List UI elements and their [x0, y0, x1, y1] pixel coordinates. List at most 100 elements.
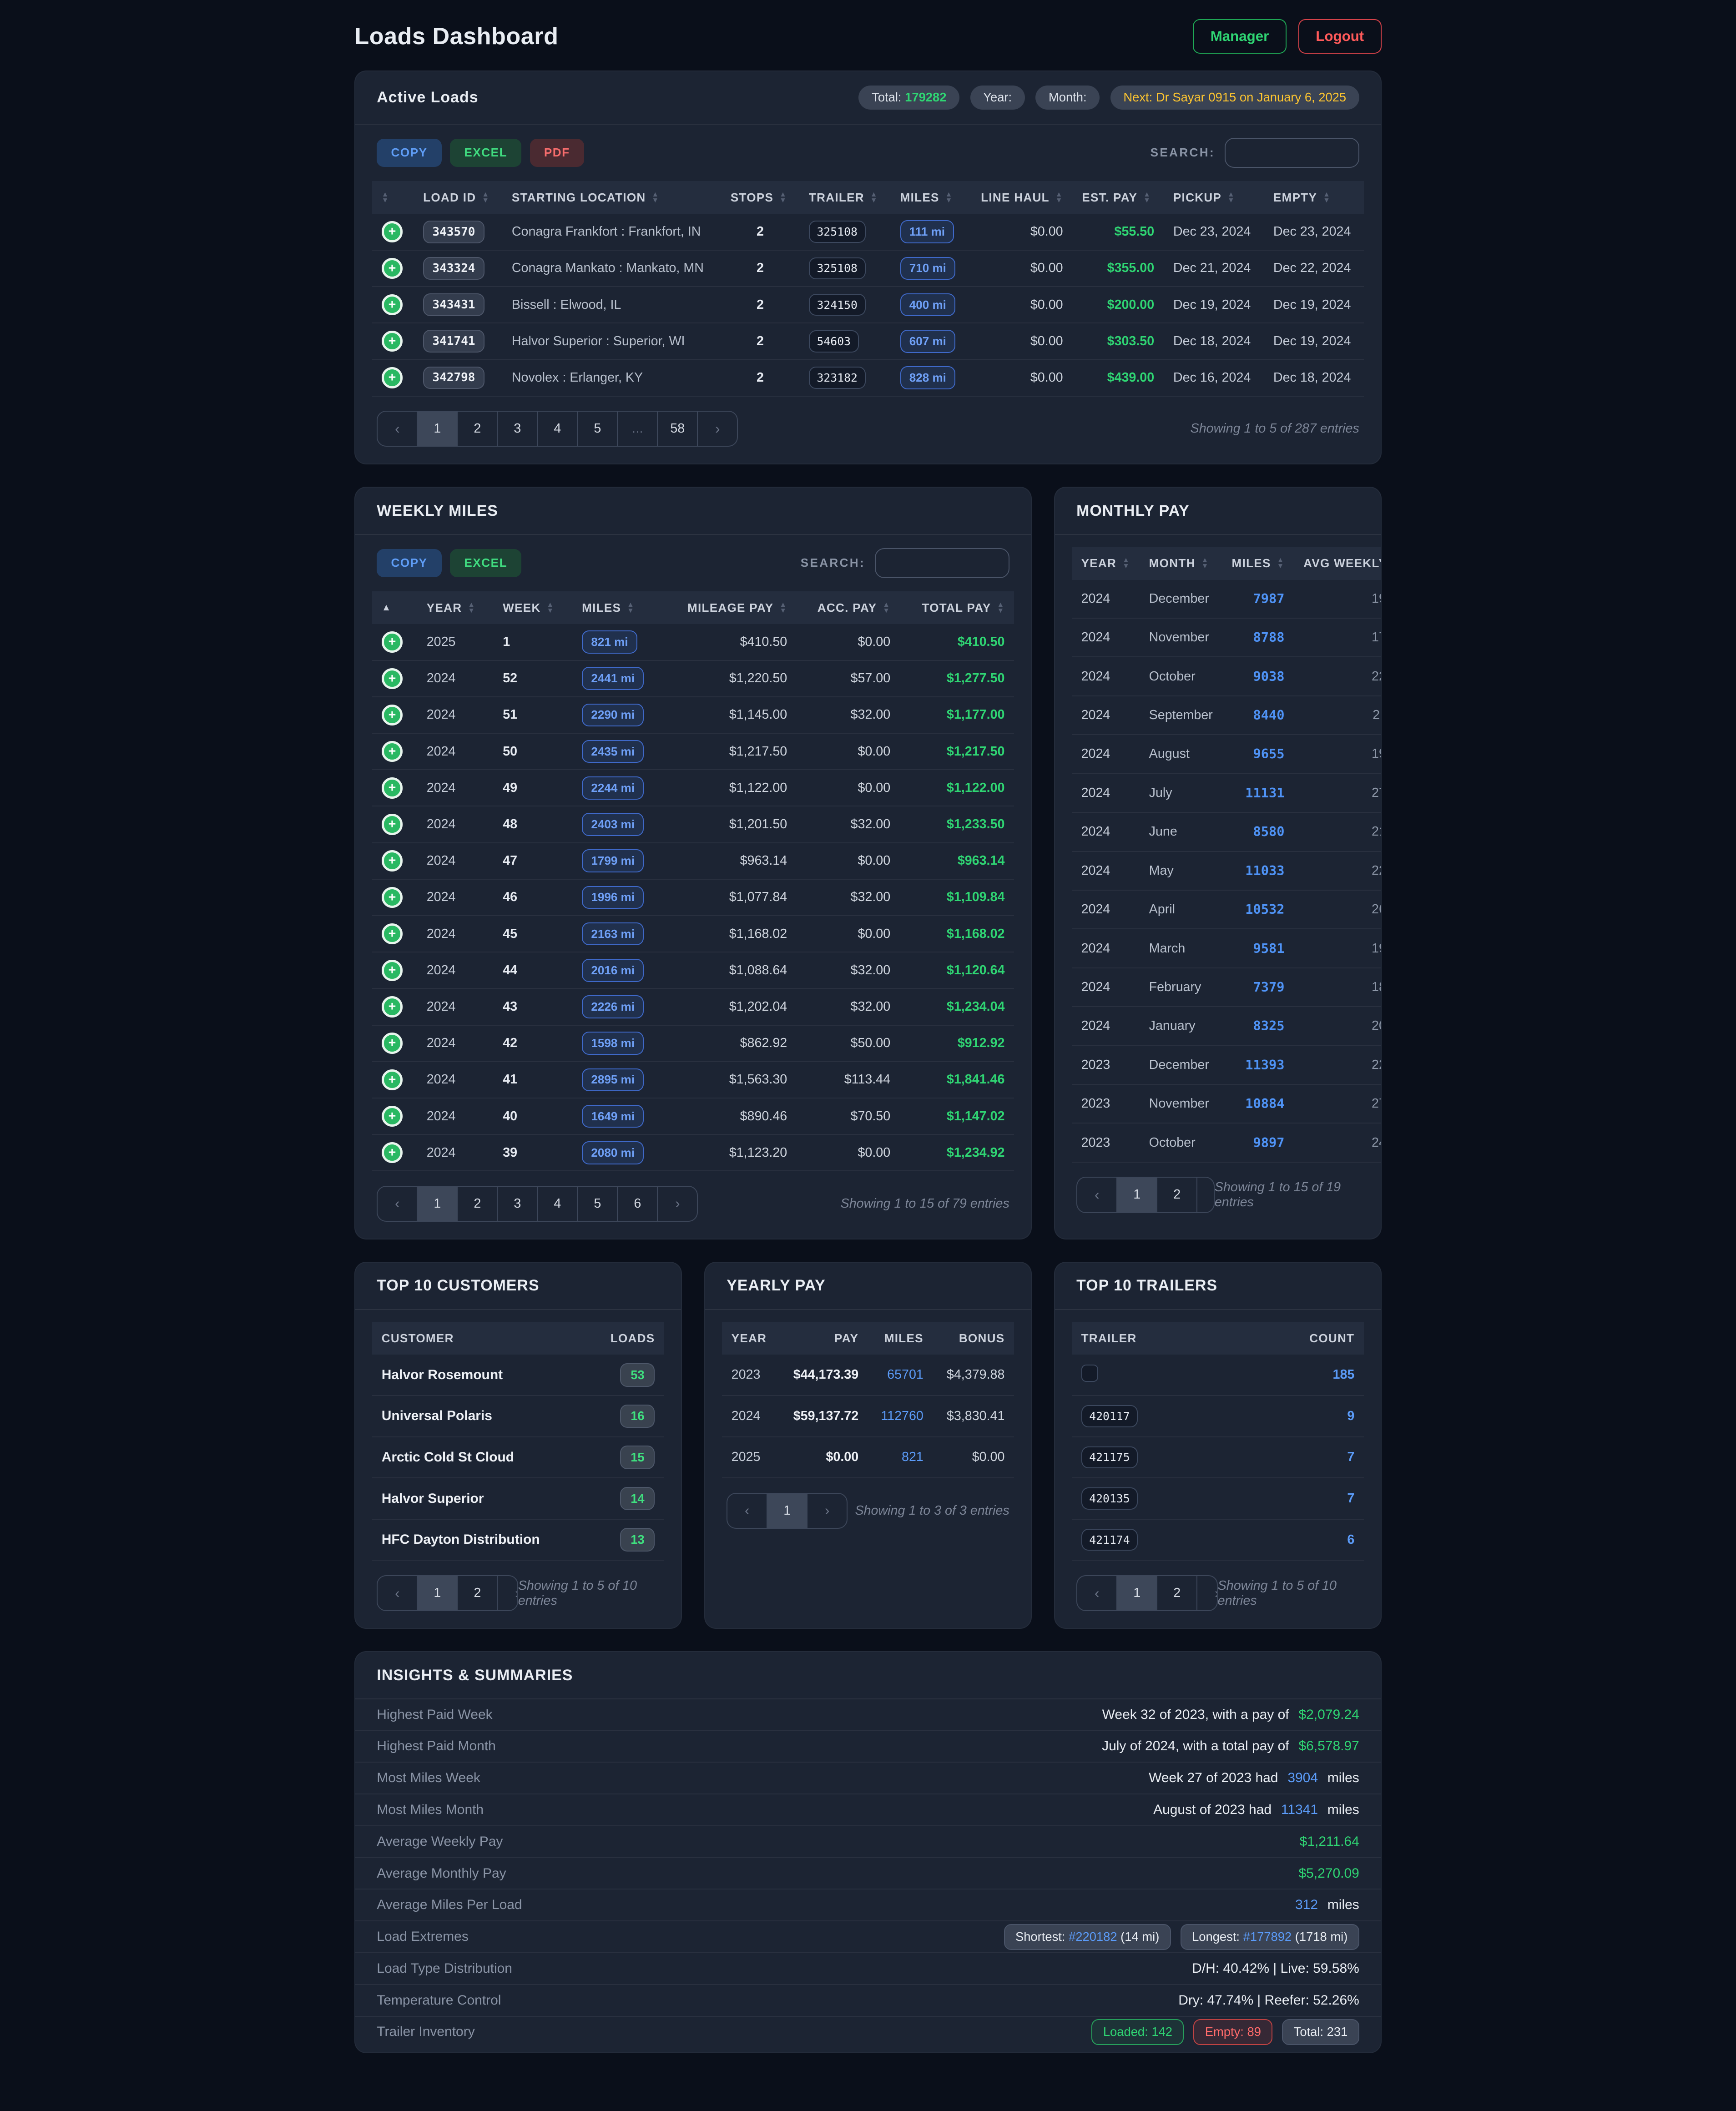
column-header-avg-weekly[interactable]: AVG WEEKLY▲▼ [1294, 547, 1381, 580]
pagination-prev[interactable]: ‹ [1077, 1178, 1116, 1212]
miles-badge: 2895 mi [582, 1068, 644, 1092]
pagination-page[interactable]: 1 [1116, 1178, 1156, 1212]
copy-export-button[interactable]: COPY [377, 549, 442, 577]
column-header-miles[interactable]: MILES▲▼ [891, 181, 968, 214]
copy-export-button[interactable]: COPY [377, 139, 442, 167]
pagination-next[interactable]: › [657, 1187, 697, 1221]
column-header-mileage-pay[interactable]: MILEAGE PAY▲▼ [663, 591, 797, 625]
pagination-page[interactable]: 3 [497, 1187, 537, 1221]
pagination-page[interactable]: 1 [1116, 1576, 1156, 1611]
column-header-blank[interactable]: ▲ [372, 591, 417, 625]
expand-row-icon[interactable]: + [382, 923, 403, 944]
expand-row-icon[interactable]: + [382, 887, 403, 908]
sort-icon: ▲▼ [1227, 191, 1235, 203]
pagination-page[interactable]: 1 [417, 412, 457, 446]
expand-row-icon[interactable]: + [382, 741, 403, 762]
column-header-starting-location[interactable]: STARTING LOCATION▲▼ [502, 181, 721, 214]
pagination-page[interactable]: 1 [767, 1494, 807, 1528]
column-header-stops[interactable]: STOPS▲▼ [721, 181, 799, 214]
insight-label: Average Monthly Pay [377, 1866, 506, 1881]
miles-value: 8788 [1253, 630, 1284, 645]
column-header-est-pay[interactable]: EST. PAY▲▼ [1072, 181, 1164, 214]
column-header-empty[interactable]: EMPTY▲▼ [1264, 181, 1364, 214]
column-header-line-haul[interactable]: LINE HAUL▲▼ [968, 181, 1072, 214]
pdf-export-button[interactable]: PDF [530, 139, 584, 167]
column-header-year[interactable]: YEAR▲▼ [417, 591, 493, 625]
table-row: +2024412895 mi$1,563.30$113.44$1,841.46 [372, 1062, 1014, 1098]
column-header-trailer[interactable]: TRAILER▲▼ [799, 181, 891, 214]
expand-row-icon[interactable]: + [382, 668, 403, 689]
weekly-miles-search-input[interactable] [875, 548, 1009, 579]
expand-row-icon[interactable]: + [382, 1106, 403, 1127]
pagination-page[interactable]: 58 [657, 412, 697, 446]
miles-badge: 111 mi [900, 220, 954, 243]
pagination-page[interactable]: 4 [537, 1187, 577, 1221]
pagination-page[interactable]: 1 [417, 1187, 457, 1221]
expand-row-icon[interactable]: + [382, 777, 403, 798]
expand-row-icon[interactable]: + [382, 294, 403, 315]
expand-row-icon[interactable]: + [382, 1033, 403, 1053]
table-row: HFC Dayton Distribution13 [372, 1519, 664, 1561]
expand-row-icon[interactable]: + [382, 850, 403, 871]
excel-export-button[interactable]: EXCEL [450, 549, 521, 577]
column-header-year[interactable]: YEAR▲▼ [1072, 547, 1140, 580]
pagination-page[interactable]: 5 [577, 412, 617, 446]
manager-button[interactable]: Manager [1193, 19, 1287, 54]
expand-row-icon[interactable]: + [382, 996, 403, 1017]
top-bar: Loads Dashboard Manager Logout [354, 19, 1381, 54]
expand-row-icon[interactable]: + [382, 367, 403, 388]
active-loads-search-input[interactable] [1225, 138, 1359, 168]
column-header-blank[interactable]: ▲▼ [372, 181, 414, 214]
expand-row-icon[interactable]: + [382, 705, 403, 725]
column-header-miles[interactable]: MILES▲▼ [572, 591, 663, 625]
showing-entries-text: Showing 1 to 3 of 3 entries [855, 1503, 1009, 1518]
pagination-prev[interactable]: ‹ [727, 1494, 767, 1528]
column-header-miles[interactable]: MILES▲▼ [1222, 547, 1294, 580]
column-header-month[interactable]: MONTH▲▼ [1140, 547, 1222, 580]
pagination-next[interactable]: › [497, 1576, 518, 1611]
pagination-page[interactable]: 2 [1156, 1576, 1196, 1611]
column-header-total-pay[interactable]: TOTAL PAY▲▼ [900, 591, 1014, 625]
insight-label: Load Extremes [377, 1929, 469, 1945]
pagination-prev[interactable]: ‹ [378, 1576, 417, 1611]
pagination-page[interactable]: 4 [537, 412, 577, 446]
excel-export-button[interactable]: EXCEL [450, 139, 521, 167]
pagination-page[interactable]: 5 [577, 1187, 617, 1221]
pagination-page[interactable]: 1 [417, 1576, 457, 1611]
column-header-pickup[interactable]: PICKUP▲▼ [1164, 181, 1264, 214]
year-filter-badge[interactable]: Year: [970, 86, 1025, 110]
expand-row-icon[interactable]: + [382, 258, 403, 279]
pagination-page[interactable]: 3 [497, 412, 537, 446]
column-header-acc-pay[interactable]: ACC. PAY▲▼ [797, 591, 900, 625]
pagination-page[interactable]: 2 [1156, 1178, 1196, 1212]
expand-row-icon[interactable]: + [382, 331, 403, 352]
insight-label: Load Type Distribution [377, 1961, 512, 1976]
pagination-page[interactable]: 6 [617, 1187, 657, 1221]
pagination-page[interactable]: 2 [457, 412, 497, 446]
pagination-prev[interactable]: ‹ [378, 412, 417, 446]
insights-title: INSIGHTS & SUMMARIES [377, 1667, 573, 1684]
pagination-next[interactable]: › [697, 412, 737, 446]
column-header-week[interactable]: WEEK▲▼ [493, 591, 572, 625]
insight-value: $1,211.64 [1300, 1834, 1359, 1849]
pagination-prev[interactable]: ‹ [378, 1187, 417, 1221]
logout-button[interactable]: Logout [1298, 19, 1382, 54]
pagination-next[interactable]: › [1196, 1576, 1218, 1611]
expand-row-icon[interactable]: + [382, 814, 403, 835]
pagination-page[interactable]: 2 [457, 1187, 497, 1221]
column-header-load-id[interactable]: LOAD ID▲▼ [414, 181, 502, 214]
insight-value: Week 27 of 2023 had 3904 miles [1149, 1770, 1359, 1786]
pagination-next[interactable]: › [807, 1494, 847, 1528]
expand-row-icon[interactable]: + [382, 1142, 403, 1163]
pagination-next[interactable]: › [1196, 1178, 1215, 1212]
insight-row: Most Miles MonthAugust of 2023 had 11341… [355, 1794, 1380, 1826]
expand-row-icon[interactable]: + [382, 221, 403, 242]
load-id-badge: 343570 [423, 221, 484, 243]
expand-row-icon[interactable]: + [382, 960, 403, 981]
pagination-page[interactable]: 2 [457, 1576, 497, 1611]
expand-row-icon[interactable]: + [382, 1069, 403, 1090]
expand-row-icon[interactable]: + [382, 631, 403, 652]
sort-icon: ▲▼ [1323, 191, 1331, 203]
pagination-prev[interactable]: ‹ [1077, 1576, 1116, 1611]
month-filter-badge[interactable]: Month: [1035, 86, 1100, 110]
